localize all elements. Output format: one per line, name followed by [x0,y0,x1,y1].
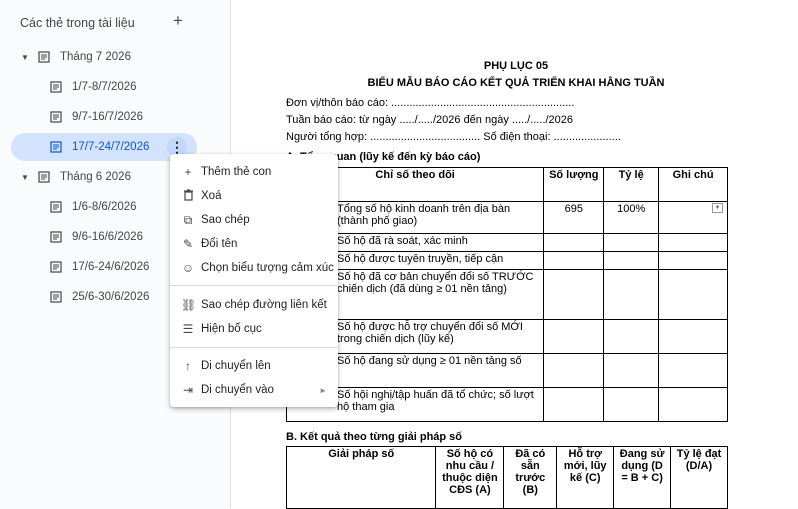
table-cell[interactable] [603,233,660,252]
document-icon [50,111,62,123]
header-col-rate: Tỷ lệ đạt (D/A) [670,446,728,509]
document-icon [38,171,50,183]
tab-label: 1/7-8/7/2026 [72,81,137,93]
table-cell[interactable] [543,353,605,388]
table-cell[interactable] [658,251,728,270]
trash-icon [181,188,195,204]
table-cell[interactable] [543,251,605,270]
pencil-icon: ✎ [182,237,194,251]
menu-item-rename[interactable]: ✎ Đổi tên [170,232,338,256]
move-into-icon: ⇥ [182,383,194,397]
solutions-table[interactable]: Giải pháp số Số hộ có nhu cầu / thuộc di… [285,446,728,509]
menu-item-label: Xoá [201,190,222,202]
tab-label: Tháng 6 2026 [60,171,131,183]
menu-item-copy[interactable]: ⧉ Sao chép [170,208,338,232]
week-line: Tuần báo cáo: từ ngày ...../...../2026 đ… [286,114,574,126]
table-cell[interactable] [603,353,660,388]
menu-item-label: Sao chép đường liên kết [201,299,327,311]
tab-label: 1/6-8/6/2026 [72,201,137,213]
menu-item-add-subtab[interactable]: + Thêm thẻ con [170,160,338,184]
document-icon [50,201,62,213]
add-tab-button[interactable]: + [170,12,186,29]
menu-divider [170,347,338,348]
plus-icon: + [184,165,192,179]
table-cell[interactable] [658,387,728,422]
menu-item-label: Di chuyển lên [201,360,271,372]
table-cell[interactable] [543,233,605,252]
table-cell[interactable] [658,353,728,388]
outline-icon: ☰ [182,322,194,336]
menu-item-delete[interactable]: Xoá [170,184,338,208]
tab-label: 9/6-16/6/2026 [72,231,143,243]
document-icon [38,51,50,63]
menu-item-label: Thêm thẻ con [201,166,272,178]
tab-label: 17/6-24/6/2026 [72,261,150,273]
submenu-arrow-icon: ► [319,385,327,395]
document-icon [50,291,62,303]
dropdown-chip-icon[interactable]: ▼ [712,203,723,213]
sidebar-header: Các thẻ trong tài liệu [20,16,135,30]
tab-label: Tháng 7 2026 [60,51,131,63]
table-cell[interactable] [543,269,605,320]
table-cell[interactable] [658,269,728,320]
collapse-arrow-icon[interactable]: ▼ [20,53,30,62]
table-cell[interactable]: 695 [543,201,605,234]
menu-item-show-outline[interactable]: ☰ Hiện bố cục [170,317,338,341]
document-icon [50,81,62,93]
tab-context-menu: + Thêm thẻ con Xoá ⧉ Sao chép ✎ Đổi tên … [170,154,338,407]
menu-item-label: Đổi tên [201,238,238,250]
table-cell[interactable] [543,387,605,422]
document-icon [50,141,62,153]
header-note: Ghi chú [658,167,728,202]
document-icon [50,231,62,243]
tab-1-7-8-7-2026[interactable]: 1/7-8/7/2026 [50,73,200,101]
link-icon: ⛓ [181,298,197,312]
menu-item-label: Di chuyển vào [201,384,274,396]
table-cell[interactable] [603,319,660,354]
emoji-icon: ☺ [181,261,195,275]
collapse-arrow-icon[interactable]: ▼ [20,173,30,182]
table-cell[interactable]: 100% [603,201,660,234]
table-cell[interactable] [658,319,728,354]
header-solution: Giải pháp số [285,446,437,509]
document-icon [50,261,62,273]
tab-9-7-16-7-2026[interactable]: 9/7-16/7/2026 [50,103,200,131]
tab-thang-7-2026[interactable]: ▼ Tháng 7 2026 [20,43,200,71]
copy-icon: ⧉ [183,212,193,227]
reporter-line: Người tổng hợp: ........................… [286,131,621,143]
menu-item-label: Chọn biểu tượng cảm xúc [201,262,334,274]
menu-divider [170,285,338,286]
header-col-a: Số hộ có nhu cầu / thuộc diện CĐS (A) [435,446,505,509]
table-cell[interactable] [543,319,605,354]
tab-label: 17/7-24/7/2026 [72,141,150,153]
menu-item-copy-link[interactable]: ⛓ Sao chép đường liên kết [170,293,338,317]
menu-item-label: Sao chép [201,214,250,226]
table-cell[interactable] [603,269,660,320]
header-col-d: Đang sử dụng (D = B + C) [613,446,672,509]
header-col-c: Hỗ trợ mới, lũy kế (C) [556,446,615,509]
table-cell[interactable] [603,251,660,270]
menu-item-move-into[interactable]: ⇥ Di chuyển vào ► [170,378,338,402]
appendix-heading: PHỤ LỤC 05 [483,60,549,72]
header-qty: Số lượng [543,167,605,202]
table-cell[interactable] [658,233,728,252]
menu-item-move-up[interactable]: ↑ Di chuyển lên [170,354,338,378]
header-col-b: Đã có sẵn trước (B) [503,446,558,509]
overview-table[interactable]: Chỉ số theo dõi Số lượng Tỷ lệ Ghi chú T… [285,167,728,422]
header-rate: Tỷ lệ [603,167,660,202]
unit-line: Đơn vị/thôn báo cáo: ...................… [286,97,575,109]
table-cell[interactable] [603,387,660,422]
menu-item-label: Hiện bố cục [201,323,262,335]
tab-label: 25/6-30/6/2026 [72,291,150,303]
section-b-heading: B. Kết quả theo từng giải pháp số [286,431,463,443]
arrow-up-icon: ↑ [185,359,191,373]
table-cell-note[interactable]: ▼ [658,201,728,234]
tab-label: 9/7-16/7/2026 [72,111,143,123]
document-title: BIỂU MẪU BÁO CÁO KẾT QUẢ TRIỂN KHAI HẰNG… [367,77,665,89]
menu-item-choose-emoji[interactable]: ☺ Chọn biểu tượng cảm xúc [170,256,338,280]
